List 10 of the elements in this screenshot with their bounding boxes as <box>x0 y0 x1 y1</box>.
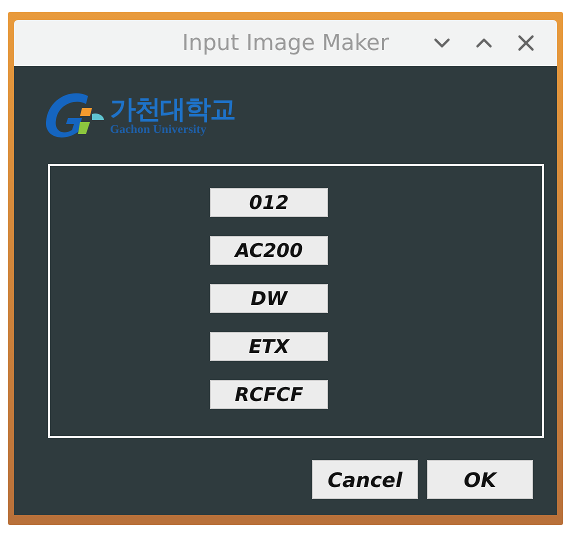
option-button[interactable]: 012 <box>210 188 328 217</box>
cancel-button[interactable]: Cancel <box>312 460 418 499</box>
logo-subtitle: Gachon University <box>110 123 206 135</box>
option-button[interactable]: DW <box>210 284 328 313</box>
ok-button[interactable]: OK <box>427 460 533 499</box>
option-button[interactable]: ETX <box>210 332 328 361</box>
window-title: Input Image Maker <box>182 30 389 56</box>
option-button[interactable]: AC200 <box>210 236 328 265</box>
option-button[interactable]: RCFCF <box>210 380 328 409</box>
logo-text: 가천대학교 <box>110 97 235 123</box>
